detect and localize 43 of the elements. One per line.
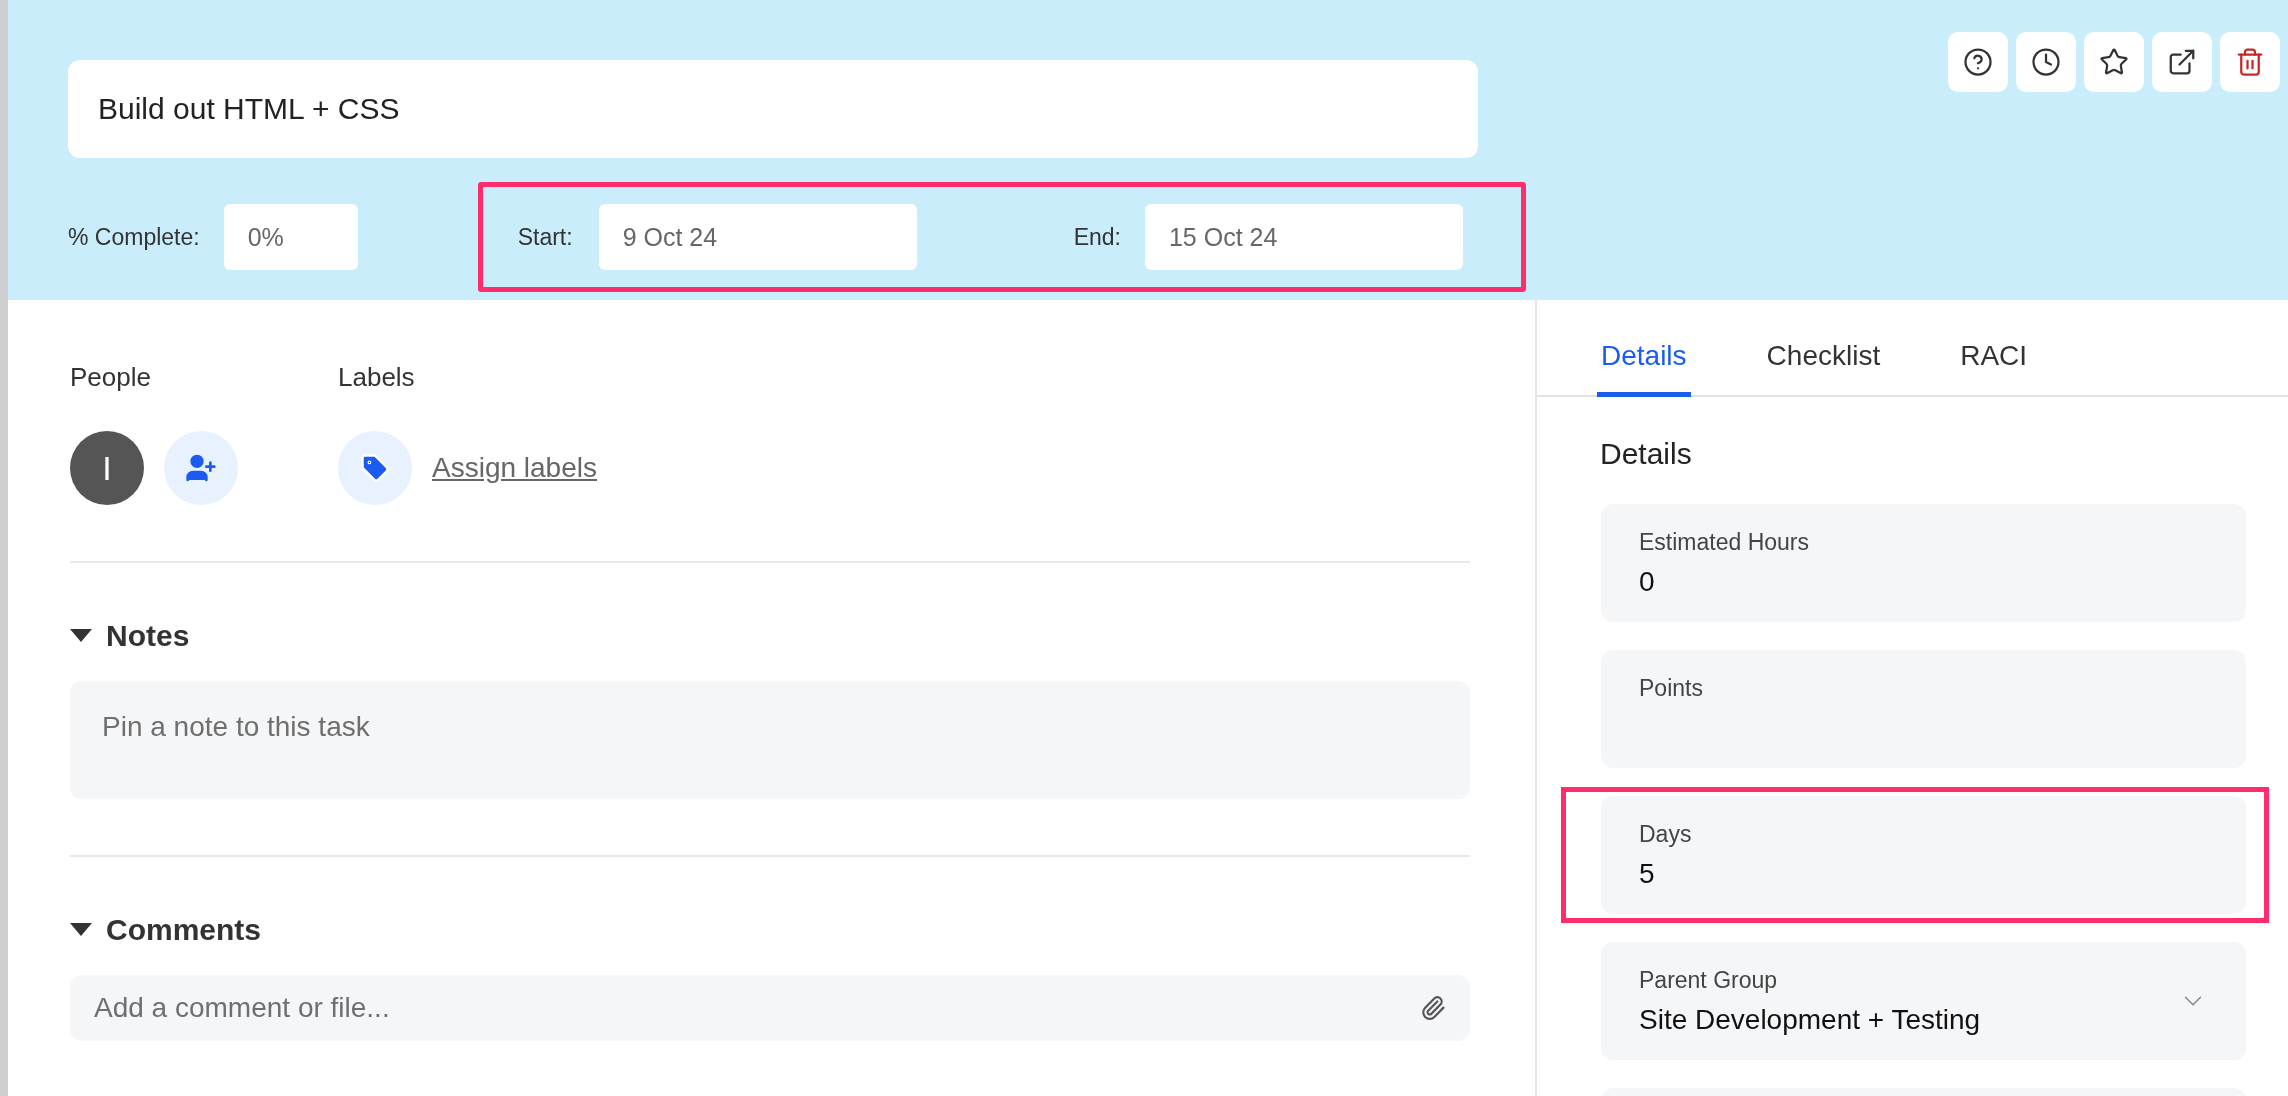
detail-card[interactable]: Estimated Hours 0 xyxy=(1601,504,2246,622)
complete-label: % Complete: xyxy=(68,223,200,251)
field-value: Site Development + Testing xyxy=(1639,1003,1982,1036)
field-value: 0 xyxy=(1639,565,1656,598)
field-value: 5 xyxy=(1639,857,1656,890)
delete-button[interactable] xyxy=(2220,32,2280,92)
notes-toggle[interactable]: Notes xyxy=(70,619,190,653)
task-title-field[interactable]: Build out HTML + CSS xyxy=(68,60,1478,158)
start-date-field[interactable]: 9 Oct 24 xyxy=(598,204,917,270)
tag-icon xyxy=(360,453,390,483)
comment-field[interactable]: Add a comment or file... xyxy=(70,975,1470,1041)
comments-toggle[interactable]: Comments xyxy=(70,913,262,947)
add-user-icon xyxy=(185,452,217,484)
complete-field[interactable]: 0% xyxy=(223,204,358,270)
tab[interactable]: RACI xyxy=(1956,340,2032,397)
field-label: Points xyxy=(1639,674,1704,702)
detail-card[interactable]: Days 5 xyxy=(1601,796,2246,914)
star-icon xyxy=(2099,47,2129,77)
tab[interactable]: Checklist xyxy=(1762,340,1885,397)
select-card[interactable]: Parent Group Site Development + Testing xyxy=(1601,942,2246,1060)
field-label: Days xyxy=(1639,820,1693,848)
details-heading: Details xyxy=(1600,437,1693,471)
favorite-button[interactable] xyxy=(2084,32,2144,92)
field-label: Parent Group xyxy=(1639,966,1779,994)
people-heading: People xyxy=(70,362,152,393)
external-link-icon xyxy=(2167,47,2197,77)
labels-heading: Labels xyxy=(338,362,416,393)
tab[interactable]: Details xyxy=(1597,340,1691,397)
history-button[interactable] xyxy=(2016,32,2076,92)
help-button[interactable] xyxy=(1948,32,2008,92)
open-button[interactable] xyxy=(2152,32,2212,92)
detail-card[interactable]: Points xyxy=(1601,650,2246,768)
end-date-field[interactable]: 15 Oct 24 xyxy=(1144,204,1463,270)
note-field[interactable]: Pin a note to this task xyxy=(70,681,1470,799)
user-avatar[interactable]: I xyxy=(70,431,144,505)
end-label: End: xyxy=(1073,223,1121,251)
help-icon xyxy=(1963,47,1993,77)
start-label: Start: xyxy=(517,223,573,251)
field-label: Estimated Hours xyxy=(1639,528,1810,556)
trash-icon xyxy=(2235,47,2265,77)
paperclip-icon[interactable] xyxy=(1420,995,1446,1021)
clock-icon xyxy=(2031,47,2061,77)
assign-labels-link[interactable]: Assign labels xyxy=(432,452,597,484)
